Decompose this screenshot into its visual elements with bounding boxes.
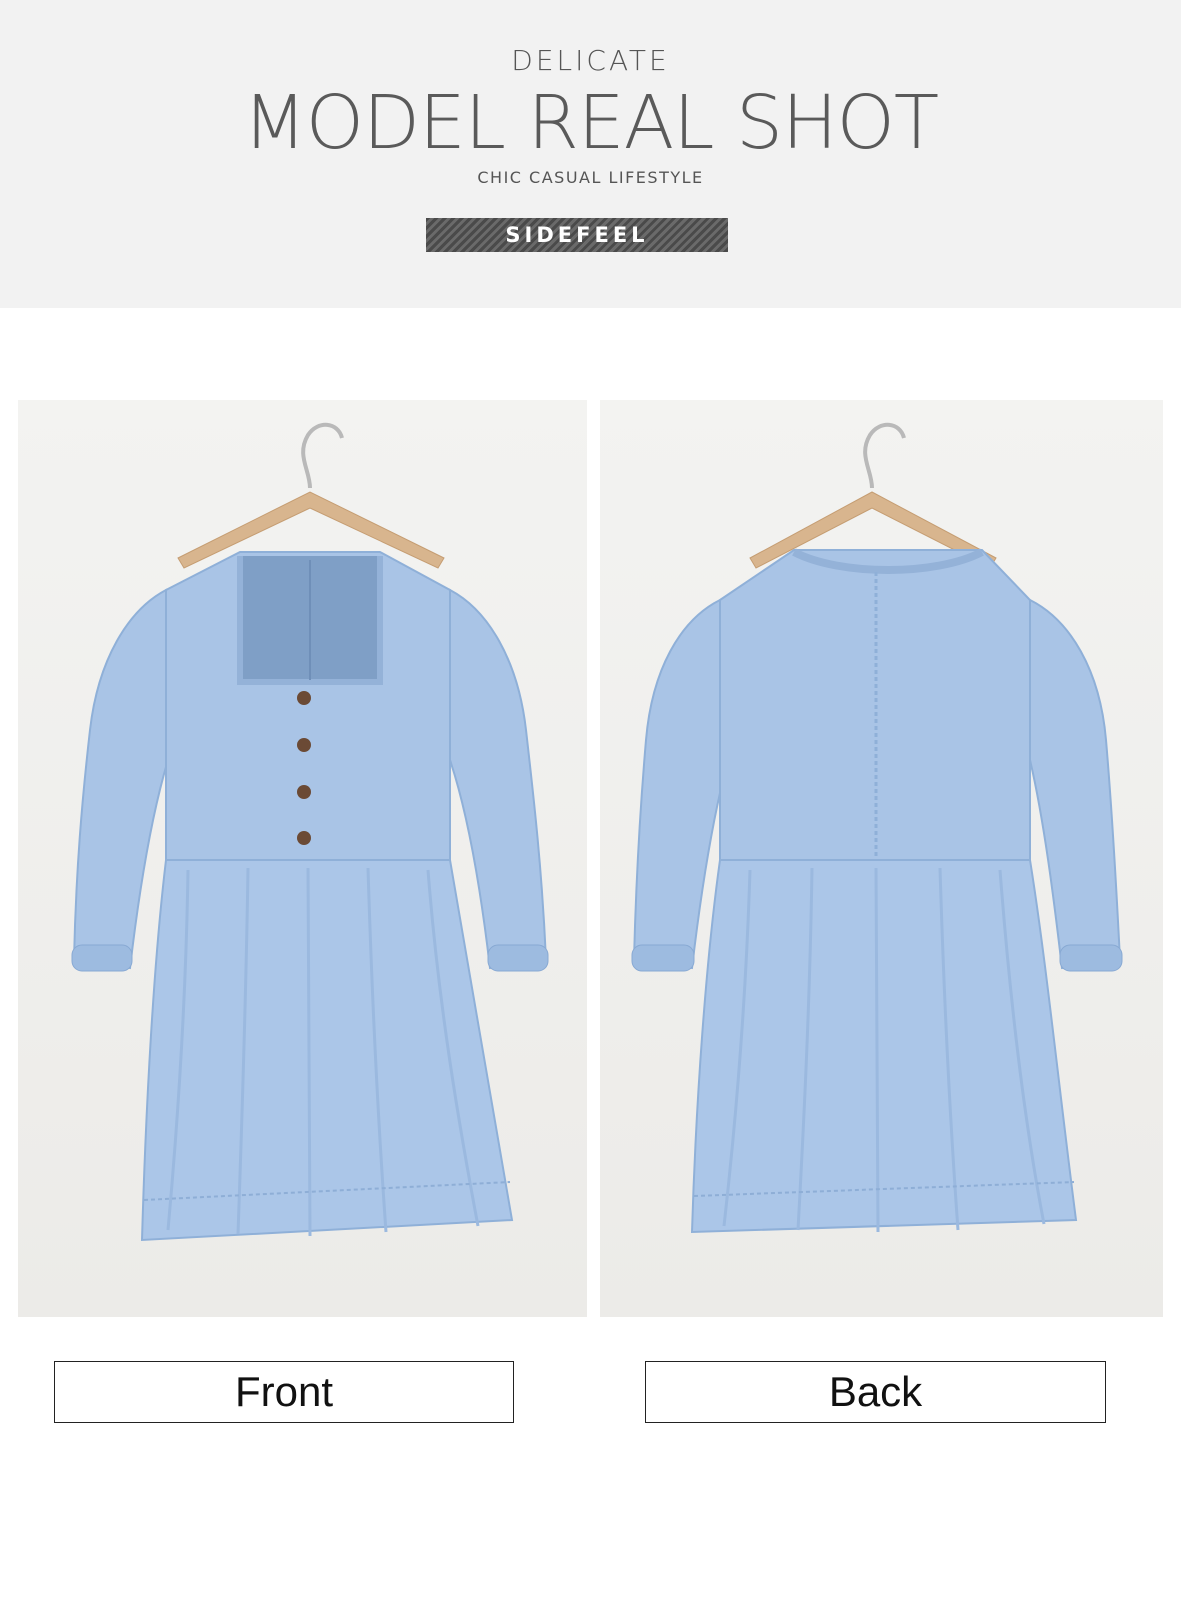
back-product-photo bbox=[600, 400, 1163, 1317]
back-dress-illustration bbox=[631, 422, 1123, 1234]
front-product-photo bbox=[18, 400, 587, 1317]
back-caption: Back bbox=[645, 1361, 1106, 1423]
hanger-hook-icon bbox=[863, 422, 906, 489]
button-icon bbox=[297, 691, 311, 705]
left-sleeve bbox=[72, 588, 170, 970]
right-sleeve bbox=[449, 588, 548, 970]
banner-kicker: DELICATE bbox=[511, 44, 670, 77]
header-banner: DELICATE MODEL REAL SHOT CHIC CASUAL LIF… bbox=[0, 0, 1181, 308]
button-icon bbox=[297, 831, 311, 845]
left-cuff bbox=[71, 944, 133, 972]
skirt bbox=[140, 859, 514, 1242]
button-icon bbox=[297, 785, 311, 799]
front-dress-illustration bbox=[71, 422, 549, 1242]
left-cuff bbox=[631, 944, 695, 972]
right-sleeve bbox=[1029, 598, 1122, 970]
banner-headline: MODEL REAL SHOT bbox=[242, 80, 939, 166]
brand-label: SIDEFEEL bbox=[426, 218, 728, 252]
right-cuff bbox=[487, 944, 549, 972]
right-cuff bbox=[1059, 944, 1123, 972]
button-icon bbox=[297, 738, 311, 752]
banner-tagline: CHIC CASUAL LIFESTYLE bbox=[477, 168, 704, 187]
hanger-hook-icon bbox=[301, 422, 344, 489]
front-caption: Front bbox=[54, 1361, 514, 1423]
